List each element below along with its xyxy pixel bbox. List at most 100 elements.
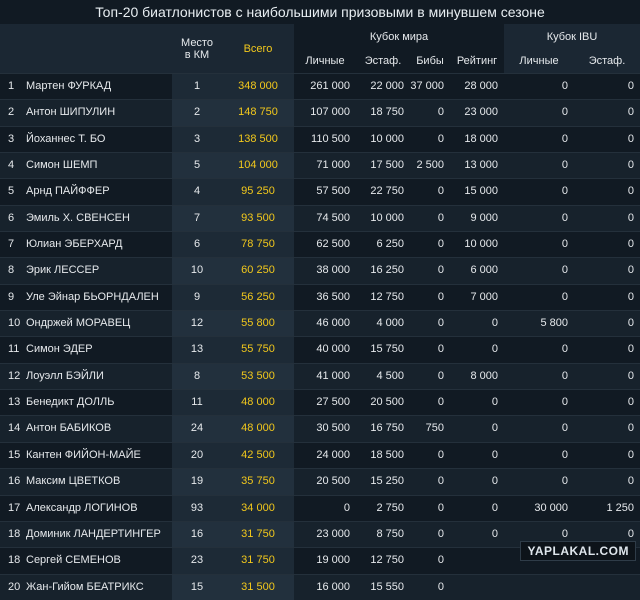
total-prize: 95 250 — [222, 178, 294, 206]
wc-rating-prize: 0 — [450, 494, 505, 522]
wc-bibs-prize: 0 — [410, 520, 450, 548]
ibu-personal-prize: 0 — [504, 152, 575, 179]
athlete-name: Эмиль Х. СВЕНСЕН — [22, 204, 172, 232]
ibu-relay-prize: 1 250 — [574, 494, 640, 522]
wc-relay-prize: 17 500 — [356, 152, 410, 179]
ibu-personal-prize: 0 — [504, 415, 575, 443]
table-row: 13 Бенедикт ДОЛЛЬ 11 48 000 27 500 20 500 0 0 0 0 — [0, 389, 640, 416]
table-row: 11 Симон ЭДЕР 13 55 750 40 000 15 750 0 0 0 0 — [0, 336, 640, 364]
wc-bibs-prize: 0 — [410, 283, 450, 311]
wc-relay-prize: 15 750 — [356, 336, 410, 364]
header-spacer — [0, 49, 22, 74]
wc-personal-prize: 74 500 — [294, 204, 356, 232]
ibu-personal-prize: 0 — [504, 283, 575, 311]
wc-bibs-prize: 0 — [410, 336, 450, 364]
table-row: 3 Йоханнес Т. БО 3 138 500 110 500 10 000 0 18 … — [0, 125, 640, 153]
total-prize: 55 750 — [222, 336, 294, 364]
wc-relay-prize: 2 750 — [356, 494, 410, 522]
ibu-relay-prize: 0 — [574, 72, 640, 100]
ibu-personal-prize: 30 000 — [504, 494, 575, 522]
wc-relay-prize: 12 750 — [356, 283, 410, 311]
table-row: 17 Александр ЛОГИНОВ 93 34 000 0 2 750 0 0 30 00… — [0, 494, 640, 522]
total-prize: 93 500 — [222, 204, 294, 232]
row-index: 12 — [0, 362, 22, 390]
header-spacer — [0, 24, 22, 49]
ibu-personal-prize: 0 — [504, 336, 575, 364]
header-wc-personal: Личные — [294, 49, 356, 74]
wc-personal-prize: 46 000 — [294, 310, 356, 337]
athlete-name: Лоуэлл БЭЙЛИ — [22, 362, 172, 390]
wc-relay-prize: 10 000 — [356, 204, 410, 232]
wc-relay-prize: 18 500 — [356, 441, 410, 469]
world-cup-place: 3 — [172, 125, 222, 153]
athlete-name: Антон ШИПУЛИН — [22, 99, 172, 127]
row-index: 1 — [0, 72, 22, 100]
world-cup-place: 9 — [172, 283, 222, 311]
wc-bibs-prize: 0 — [410, 257, 450, 285]
ibu-relay-prize: 0 — [574, 441, 640, 469]
ibu-personal-prize: 0 — [504, 441, 575, 469]
wc-personal-prize: 16 000 — [294, 573, 356, 600]
table-row: 1 Мартен ФУРКАД 1 348 000 261 000 22 000 37 00… — [0, 72, 640, 100]
wc-relay-prize: 22 000 — [356, 72, 410, 100]
row-index: 9 — [0, 283, 22, 311]
ibu-personal-prize: 0 — [504, 72, 575, 100]
wc-bibs-prize: 0 — [410, 494, 450, 522]
wc-relay-prize: 16 750 — [356, 415, 410, 443]
wc-rating-prize — [450, 573, 505, 600]
world-cup-place: 5 — [172, 152, 222, 179]
table-body: 1 Мартен ФУРКАД 1 348 000 261 000 22 000 37 00… — [0, 72, 640, 600]
table-row: 10 Ондржей МОРАВЕЦ 12 55 800 46 000 4 000 0 0 5 … — [0, 310, 640, 337]
total-prize: 60 250 — [222, 257, 294, 285]
ibu-personal-prize: 0 — [504, 99, 575, 127]
table-row: 5 Арнд ПАЙФФЕР 4 95 250 57 500 22 750 0 15 000 0… — [0, 178, 640, 206]
table-row: 2 Антон ШИПУЛИН 2 148 750 107 000 18 750 0 23 0… — [0, 99, 640, 127]
wc-bibs-prize: 0 — [410, 362, 450, 390]
wc-bibs-prize: 750 — [410, 415, 450, 443]
header-spacer — [22, 24, 172, 49]
ibu-relay-prize — [574, 573, 640, 600]
total-prize: 35 750 — [222, 468, 294, 495]
wc-personal-prize: 19 000 — [294, 547, 356, 575]
wc-personal-prize: 20 500 — [294, 468, 356, 495]
total-prize: 148 750 — [222, 99, 294, 127]
ibu-personal-prize: 0 — [504, 204, 575, 232]
header-wc-rating: Рейтинг — [450, 49, 505, 74]
athlete-name: Эрик ЛЕССЕР — [22, 257, 172, 285]
row-index: 11 — [0, 336, 22, 364]
wc-personal-prize: 23 000 — [294, 520, 356, 548]
wc-personal-prize: 71 000 — [294, 152, 356, 179]
ibu-personal-prize: 0 — [504, 468, 575, 495]
wc-rating-prize: 28 000 — [450, 72, 505, 100]
wc-personal-prize: 24 000 — [294, 441, 356, 469]
world-cup-place: 7 — [172, 204, 222, 232]
wc-bibs-prize: 0 — [410, 231, 450, 258]
row-index: 20 — [0, 573, 22, 600]
ibu-personal-prize: 0 — [504, 178, 575, 206]
ibu-relay-prize: 0 — [574, 99, 640, 127]
world-cup-place: 20 — [172, 441, 222, 469]
header-km-place: Место в КМ — [172, 24, 222, 74]
table-row: 14 Антон БАБИКОВ 24 48 000 30 500 16 750 750 0 0… — [0, 415, 640, 443]
ibu-relay-prize: 0 — [574, 283, 640, 311]
ibu-relay-prize: 0 — [574, 152, 640, 179]
row-index: 2 — [0, 99, 22, 127]
wc-bibs-prize: 0 — [410, 441, 450, 469]
wc-personal-prize: 41 000 — [294, 362, 356, 390]
ibu-personal-prize: 0 — [504, 362, 575, 390]
athlete-name: Кантен ФИЙОН-МАЙЕ — [22, 441, 172, 469]
row-index: 18 — [0, 547, 22, 575]
wc-relay-prize: 8 750 — [356, 520, 410, 548]
ibu-personal-prize: 0 — [504, 389, 575, 416]
row-index: 16 — [0, 468, 22, 495]
header-world-cup: Кубок мира — [294, 24, 505, 49]
wc-bibs-prize: 37 000 — [410, 72, 450, 100]
row-index: 7 — [0, 231, 22, 258]
wc-personal-prize: 30 500 — [294, 415, 356, 443]
header-total: Всего — [222, 24, 294, 74]
wc-relay-prize: 10 000 — [356, 125, 410, 153]
athlete-name: Жан-Гийом БЕАТРИКС — [22, 573, 172, 600]
row-index: 10 — [0, 310, 22, 337]
table-row: 16 Максим ЦВЕТКОВ 19 35 750 20 500 15 250 0 0 0 0 — [0, 468, 640, 495]
row-index: 13 — [0, 389, 22, 416]
